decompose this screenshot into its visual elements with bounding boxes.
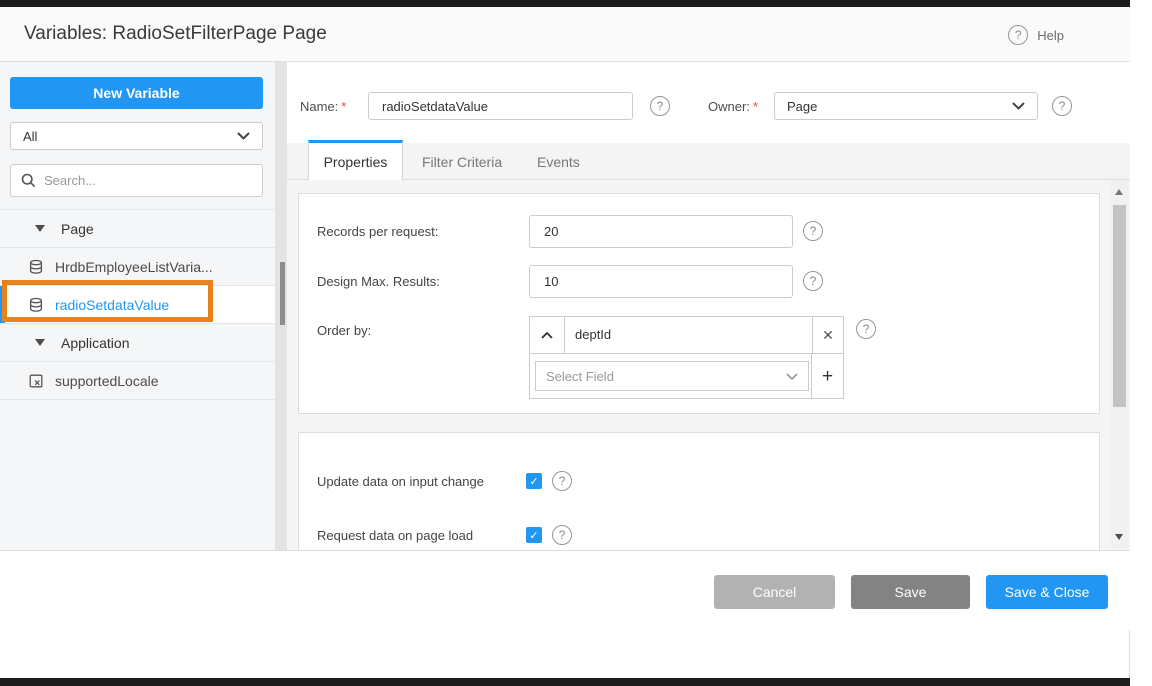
content-scrollbar-thumb[interactable] [1113, 205, 1126, 407]
sort-direction-button[interactable] [530, 317, 565, 353]
help-icon[interactable]: ? [1052, 96, 1072, 116]
sidebar-scrollbar-thumb[interactable] [280, 262, 285, 325]
name-label: Name:* [300, 99, 346, 114]
tab-label: Events [537, 154, 580, 170]
request-settings-card: Records per request: ? Design Max. Resul… [298, 193, 1100, 414]
help-label: Help [1037, 28, 1064, 43]
order-by-row: deptId ✕ [530, 317, 843, 354]
variable-filter-value: All [23, 129, 37, 144]
content-scrollbar[interactable] [1111, 180, 1128, 549]
help-icon[interactable]: ? [856, 319, 876, 339]
scroll-down-icon[interactable] [1115, 534, 1123, 540]
name-field-box [368, 92, 633, 120]
order-by-widget: deptId ✕ Select Field + [529, 316, 844, 399]
order-by-field-value: deptId [575, 327, 611, 342]
name-input[interactable] [369, 93, 632, 119]
design-max-results-label: Design Max. Results: [317, 274, 440, 289]
database-variable-icon [28, 259, 44, 275]
request-on-page-load-checkbox[interactable]: ✓ [526, 527, 542, 543]
owner-label: Owner:* [708, 99, 758, 114]
variable-search-box[interactable] [10, 164, 263, 197]
tab-filter-criteria[interactable]: Filter Criteria [422, 143, 502, 180]
remove-order-field-button[interactable]: ✕ [812, 317, 843, 353]
help-icon[interactable]: ? [552, 471, 572, 491]
request-on-page-load-label: Request data on page load [317, 528, 473, 543]
remove-icon: ✕ [822, 327, 834, 344]
scroll-up-icon[interactable] [1115, 189, 1123, 195]
selected-indicator-bar [0, 286, 5, 324]
tree-section-label: Page [61, 221, 94, 237]
variable-filter-select[interactable]: All [10, 122, 263, 150]
collapse-triangle-icon[interactable] [35, 339, 45, 346]
required-marker: * [753, 99, 758, 114]
add-icon: + [822, 366, 833, 388]
chevron-down-icon [1012, 102, 1025, 110]
tab-label: Properties [324, 154, 388, 170]
dialog-title: Variables: RadioSetFilterPage Page [24, 23, 327, 45]
tree-item-supportedlocale[interactable]: supportedLocale [0, 361, 275, 399]
records-field-box [529, 215, 793, 248]
search-input[interactable] [44, 173, 252, 188]
variables-dialog-page: Variables: RadioSetFilterPage Page ? Hel… [0, 0, 1152, 686]
tab-label: Filter Criteria [422, 154, 502, 170]
tree-section-label: Application [61, 335, 130, 351]
check-icon: ✓ [529, 529, 538, 542]
help-icon[interactable]: ? [1008, 25, 1028, 45]
tree-section-page[interactable]: Page [0, 209, 275, 247]
select-field-placeholder: Select Field [546, 369, 614, 384]
records-per-request-label: Records per request: [317, 224, 438, 239]
owner-value: Page [787, 99, 817, 114]
tree-section-application[interactable]: Application [0, 323, 275, 361]
dialog-header: Variables: RadioSetFilterPage Page ? Hel… [0, 7, 1130, 62]
chevron-up-icon [541, 332, 553, 339]
collapse-triangle-icon[interactable] [35, 225, 45, 232]
tab-events[interactable]: Events [537, 143, 580, 180]
help-icon[interactable]: ? [552, 525, 572, 545]
properties-tab-content: Records per request: ? Design Max. Resul… [287, 180, 1130, 550]
design-max-results-input[interactable] [530, 266, 792, 297]
update-on-input-change-checkbox[interactable]: ✓ [526, 473, 542, 489]
chevron-down-icon [786, 373, 798, 380]
check-icon: ✓ [529, 475, 538, 488]
tab-bar: Properties Filter Criteria Events [287, 143, 1130, 180]
design-field-box [529, 265, 793, 298]
app-bottom-edge-bar [0, 678, 1130, 686]
help-link[interactable]: ? Help [1008, 25, 1064, 45]
tree-item-radiosetdatavalue[interactable]: radioSetdataValue [0, 285, 275, 323]
chevron-down-icon [237, 132, 250, 140]
update-on-input-change-label: Update data on input change [317, 474, 484, 489]
variables-dialog: Variables: RadioSetFilterPage Page ? Hel… [0, 7, 1130, 678]
variables-sidebar: New Variable All Page [0, 62, 275, 598]
locale-variable-icon [28, 373, 44, 389]
select-field-dropdown[interactable]: Select Field [535, 361, 809, 391]
help-icon[interactable]: ? [803, 271, 823, 291]
panel-divider [275, 62, 287, 598]
tree-divider [0, 399, 275, 400]
database-variable-icon [28, 297, 44, 313]
help-icon[interactable]: ? [803, 221, 823, 241]
tree-item-label: supportedLocale [55, 373, 159, 389]
cancel-button[interactable]: Cancel [714, 575, 835, 609]
help-icon[interactable]: ? [650, 96, 670, 116]
tree-item-label: radioSetdataValue [55, 297, 169, 313]
owner-select[interactable]: Page [774, 92, 1038, 120]
dialog-footer: Cancel Save Save & Close [0, 550, 1130, 630]
records-per-request-input[interactable] [530, 216, 792, 247]
add-order-field-button[interactable]: + [812, 354, 843, 399]
save-button[interactable]: Save [851, 575, 970, 609]
order-by-label: Order by: [317, 323, 371, 338]
new-variable-button[interactable]: New Variable [10, 77, 263, 109]
save-and-close-button[interactable]: Save & Close [986, 575, 1108, 609]
tab-properties[interactable]: Properties [308, 140, 403, 180]
search-icon [21, 173, 36, 188]
data-options-card: Update data on input change ✓ ? Request … [298, 432, 1100, 550]
tree-item-hrdbemployeelistvariable[interactable]: HrdbEmployeeListVaria... [0, 247, 275, 285]
variables-tree: Page HrdbEmployeeListVaria... [0, 209, 275, 400]
tree-item-label: HrdbEmployeeListVaria... [55, 259, 213, 275]
required-marker: * [341, 99, 346, 114]
app-top-edge-bar [0, 0, 1130, 7]
